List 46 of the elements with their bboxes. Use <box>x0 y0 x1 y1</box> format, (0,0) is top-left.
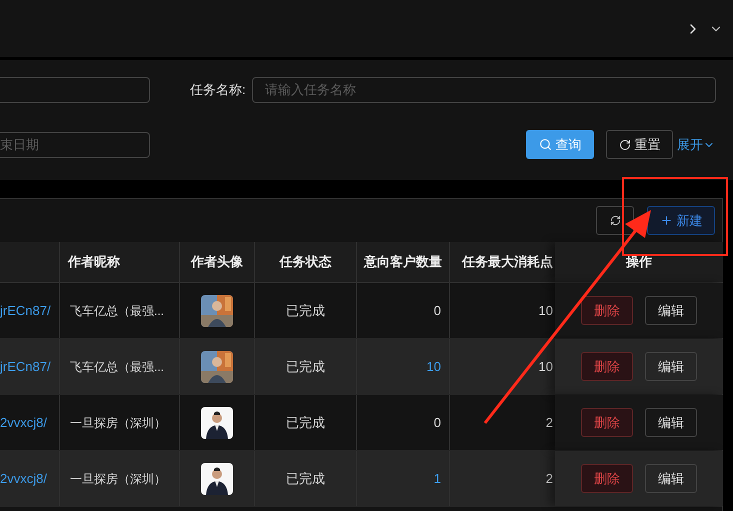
table-cell-text: 2 <box>546 470 553 488</box>
date-field[interactable]: 束日期 <box>0 132 150 158</box>
table-cell-text: 0 <box>434 414 441 432</box>
column-header: 意向客户数量 <box>364 253 442 272</box>
task-link[interactable]: 2vvxcj8/ <box>0 468 47 488</box>
column-header: 任务状态 <box>280 253 332 272</box>
plus-icon <box>660 214 672 227</box>
table-cell-text: 0 <box>434 302 441 320</box>
input-field[interactable]: 请输入任务名称 <box>252 77 716 103</box>
field-label: 任务名称: <box>190 81 247 100</box>
edit-button[interactable]: 编辑 <box>645 296 697 325</box>
table-cell-text: 已完成 <box>286 302 325 320</box>
expand-link[interactable]: 展开 <box>677 134 715 154</box>
table-cell-text: 已完成 <box>286 358 325 376</box>
search-button[interactable]: 查询 <box>526 130 594 159</box>
reset-icon <box>618 138 630 150</box>
delete-button[interactable]: 删除 <box>581 296 633 325</box>
edit-button[interactable]: 编辑 <box>645 464 697 493</box>
edit-button[interactable]: 编辑 <box>645 352 697 381</box>
task-link[interactable]: 2vvxcj8/ <box>0 412 47 432</box>
refresh-icon <box>610 215 620 226</box>
count-link[interactable]: 10 <box>426 356 441 376</box>
delete-button[interactable]: 删除 <box>581 352 633 381</box>
column-header: 操作 <box>626 253 652 272</box>
table-cell-text: 10 <box>538 358 553 376</box>
table-cell-text: 已完成 <box>286 470 325 488</box>
column-header: 作者头像 <box>191 253 243 272</box>
table-cell-text: 10 <box>538 302 553 320</box>
table-cell-text: 2 <box>546 414 553 432</box>
table-cell-text: 已完成 <box>286 414 325 432</box>
new-button[interactable]: 新建 <box>647 206 715 235</box>
delete-button[interactable]: 删除 <box>581 408 633 437</box>
edit-button[interactable]: 编辑 <box>645 408 697 437</box>
table-cell-text: 一旦探房（深圳） <box>70 414 166 432</box>
count-link[interactable]: 1 <box>434 468 441 488</box>
task-link[interactable]: jrECn87/ <box>0 300 51 320</box>
table-cell-text: 飞车亿总（最强... <box>70 302 164 320</box>
column-header: 任务最大消耗点 <box>462 253 553 272</box>
task-link[interactable]: jrECn87/ <box>0 356 51 376</box>
table-cell-text: 飞车亿总（最强... <box>70 358 164 376</box>
reset-button[interactable]: 重置 <box>606 130 673 159</box>
delete-button[interactable]: 删除 <box>581 464 633 493</box>
table-cell-text: 一旦探房（深圳） <box>70 470 166 488</box>
column-header: 作者昵称 <box>68 253 120 272</box>
search-icon <box>538 138 552 151</box>
input-field[interactable] <box>0 77 150 103</box>
